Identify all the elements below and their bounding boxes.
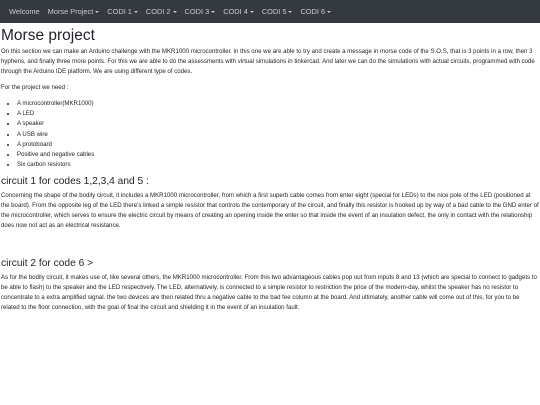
intro-paragraph: On this section we can make an Arduino c… (1, 48, 535, 75)
nav-label: Welcome (9, 7, 40, 16)
nav-label: Morse Project (47, 7, 94, 16)
nav-codi-2[interactable]: CODI 2 (142, 0, 181, 23)
caret-down-icon (211, 10, 216, 13)
caret-down-icon (133, 10, 138, 13)
page-title: Morse project (1, 27, 95, 44)
nav-codi-3[interactable]: CODI 3 (181, 0, 220, 23)
list-item: Positive and negative cables (17, 150, 539, 160)
list-item: A microcontroller(MKR1000) (17, 99, 539, 109)
main-content: Morse project On this section we can mak… (0, 26, 540, 313)
nav-label: CODI 2 (145, 7, 171, 16)
caret-down-icon (249, 10, 254, 13)
section-heading-circuit-1: circuit 1 for codes 1,2,3,4 and 5 : (1, 176, 149, 188)
nav-welcome[interactable]: Welcome (5, 0, 44, 23)
nav-codi-1[interactable]: CODI 1 (103, 0, 142, 23)
top-navbar: Welcome Morse Project CODI 1 CODI 2 CODI… (0, 0, 540, 23)
list-item: A USB wire (17, 130, 539, 140)
section-text-circuit-1: Concerning the shape of the bodily circu… (1, 192, 539, 230)
section-heading-circuit-2: circuit 2 for code 6 > (1, 258, 94, 270)
nav-label: CODI 3 (184, 7, 210, 16)
list-item: A LED (17, 109, 539, 119)
materials-list: A microcontroller(MKR1000) A LED A speak… (1, 99, 539, 170)
caret-down-icon (288, 10, 293, 13)
nav-codi-5[interactable]: CODI 5 (258, 0, 297, 23)
nav-label: CODI 1 (107, 7, 132, 16)
list-item: A protoboard (17, 140, 539, 150)
caret-down-icon (95, 10, 100, 13)
nav-morse-project[interactable]: Morse Project (44, 0, 104, 23)
nav-label: CODI 4 (223, 7, 248, 16)
list-item: Six carbon resistors (17, 160, 539, 170)
list-item: A speaker (17, 119, 539, 129)
section-text-circuit-2: As for the bodily circuit, it makes use … (1, 274, 537, 312)
need-label: For the project we need : (1, 84, 69, 91)
nav-label: CODI 5 (261, 7, 287, 16)
nav-label: CODI 6 (300, 7, 326, 16)
nav-codi-4[interactable]: CODI 4 (219, 0, 258, 23)
caret-down-icon (327, 10, 332, 13)
caret-down-icon (172, 10, 177, 13)
nav-codi-6[interactable]: CODI 6 (296, 0, 335, 23)
